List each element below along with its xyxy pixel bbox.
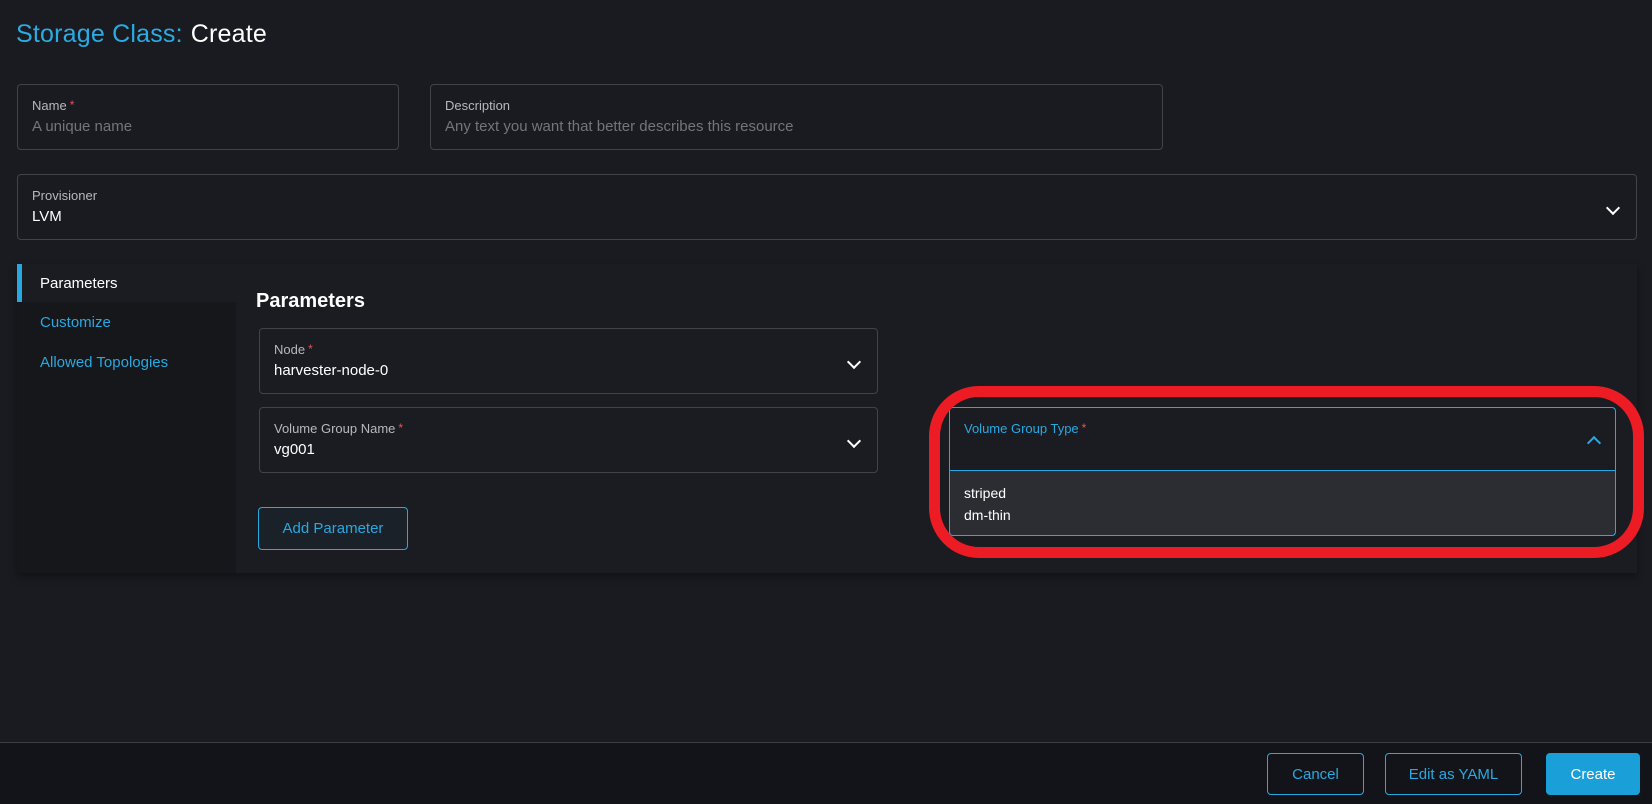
volume-group-type-options: striped dm-thin [949, 471, 1616, 536]
description-field: Description [430, 84, 1163, 150]
volume-group-name-label: Volume Group Name* [274, 421, 863, 436]
tab-sidebar: Parameters Customize Allowed Topologies [17, 264, 236, 573]
storage-class-create-page: Storage Class: Create Name* Description P… [0, 0, 1652, 804]
footer-bar: Cancel Edit as YAML Create [0, 742, 1652, 804]
tab-parameters[interactable]: Parameters [17, 264, 236, 302]
tabbed-panel: Parameters Customize Allowed Topologies … [17, 264, 1637, 573]
description-label: Description [445, 98, 1148, 113]
chevron-up-icon [1587, 436, 1601, 450]
edit-as-yaml-button[interactable]: Edit as YAML [1385, 753, 1522, 795]
required-marker: * [1082, 421, 1087, 435]
node-label: Node* [274, 342, 863, 357]
provisioner-label: Provisioner [32, 188, 1622, 203]
tab-allowed-topologies[interactable]: Allowed Topologies [17, 342, 236, 382]
volume-group-type-field: Volume Group Type* striped dm-thin [949, 407, 1616, 536]
tab-customize-label: Customize [40, 314, 111, 331]
volume-group-name-select[interactable]: Volume Group Name* vg001 [259, 407, 878, 473]
provisioner-select[interactable]: Provisioner LVM [17, 174, 1637, 240]
provisioner-value: LVM [32, 208, 1622, 226]
add-parameter-button[interactable]: Add Parameter [258, 507, 408, 550]
volume-group-type-label: Volume Group Type* [964, 421, 1601, 436]
node-select[interactable]: Node* harvester-node-0 [259, 328, 878, 394]
tab-allowed-topologies-label: Allowed Topologies [40, 354, 168, 371]
tab-parameters-label: Parameters [40, 275, 118, 292]
name-field: Name* [17, 84, 399, 150]
name-input[interactable] [32, 118, 384, 135]
parameters-heading: Parameters [256, 290, 365, 313]
volume-group-type-select[interactable]: Volume Group Type* [949, 407, 1616, 471]
create-button[interactable]: Create [1546, 753, 1640, 795]
page-title-resource: Storage Class: [16, 20, 183, 48]
description-input[interactable] [445, 118, 1148, 135]
tab-customize[interactable]: Customize [17, 302, 236, 342]
page-title-action: Create [191, 20, 267, 48]
cancel-button[interactable]: Cancel [1267, 753, 1364, 795]
volume-group-name-value: vg001 [274, 441, 863, 459]
option-striped[interactable]: striped [950, 482, 1615, 504]
required-marker: * [398, 421, 403, 435]
page-title: Storage Class: Create [16, 20, 267, 49]
required-marker: * [70, 98, 75, 112]
required-marker: * [308, 342, 313, 356]
option-dm-thin[interactable]: dm-thin [950, 504, 1615, 526]
name-label: Name* [32, 98, 384, 113]
node-value: harvester-node-0 [274, 362, 863, 380]
